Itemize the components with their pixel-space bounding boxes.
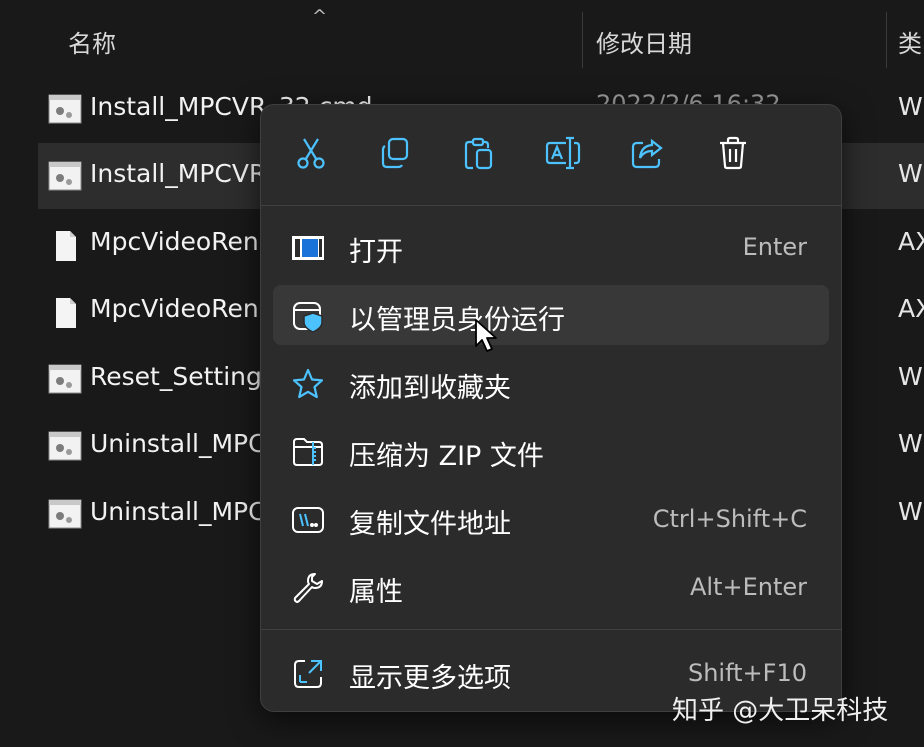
column-header: 名称 ^ 修改日期 类: [0, 0, 924, 72]
menu-item-properties[interactable]: 属性 Alt+Enter: [273, 557, 829, 617]
copy-icon: [377, 135, 413, 175]
menu-item-label: 显示更多选项: [349, 663, 511, 694]
menu-item-label: 添加到收藏夹: [349, 373, 511, 404]
wrench-icon: [291, 571, 325, 605]
menu-item-label: 属性: [349, 577, 403, 608]
script-file-icon: [48, 431, 82, 465]
rename-button[interactable]: [541, 133, 585, 177]
menu-item-copy-path[interactable]: 复制文件地址 Ctrl+Shift+C: [273, 489, 829, 549]
paste-button[interactable]: [457, 133, 501, 177]
cut-icon: [293, 135, 329, 175]
menu-item-label: 打开: [349, 237, 403, 268]
column-date-header[interactable]: 修改日期: [596, 24, 692, 59]
file-type: AX: [898, 227, 924, 256]
open-app-icon: [291, 231, 325, 265]
file-type: W: [898, 159, 923, 188]
script-file-icon: [48, 161, 82, 195]
blank-file-icon: [48, 229, 82, 267]
menu-item-add-favorites[interactable]: 添加到收藏夹: [273, 353, 829, 413]
menu-item-label: 压缩为 ZIP 文件: [349, 441, 544, 472]
file-name: Install_MPCVR: [90, 159, 267, 188]
file-type: W: [898, 429, 923, 458]
menu-item-run-as-admin[interactable]: 以管理员身份运行: [273, 285, 829, 345]
context-menu: 打开 Enter 以管理员身份运行 添加到收藏夹 压缩为 ZIP 文件 复制文件…: [260, 104, 842, 712]
delete-button[interactable]: [711, 133, 755, 177]
blank-file-icon: [48, 296, 82, 334]
script-file-icon: [48, 94, 82, 128]
menu-separator: [261, 629, 841, 630]
menu-item-compress-zip[interactable]: 压缩为 ZIP 文件: [273, 421, 829, 481]
menu-separator: [261, 205, 841, 206]
file-name: MpcVideoRen: [90, 294, 259, 323]
script-file-icon: [48, 499, 82, 533]
file-type: W: [898, 497, 923, 526]
delete-icon: [715, 135, 751, 175]
column-divider[interactable]: [582, 12, 583, 68]
menu-item-shortcut: Shift+F10: [687, 659, 807, 687]
file-type: AX: [898, 294, 924, 323]
column-divider[interactable]: [886, 12, 887, 68]
share-icon: [629, 135, 665, 175]
sort-arrow-icon: ^: [312, 6, 328, 27]
file-name: Uninstall_MPC: [90, 497, 266, 526]
column-name-header[interactable]: 名称: [68, 24, 116, 59]
menu-item-label: 复制文件地址: [349, 509, 511, 540]
context-menu-toolbar: [261, 105, 841, 205]
menu-item-shortcut: Alt+Enter: [689, 573, 807, 601]
admin-shield-icon: [291, 299, 325, 333]
file-name: Reset_Settings: [90, 362, 275, 391]
file-type: W: [898, 362, 923, 391]
more-options-icon: [291, 657, 325, 691]
share-button[interactable]: [625, 133, 669, 177]
menu-item-shortcut: Enter: [742, 233, 807, 261]
menu-item-shortcut: Ctrl+Shift+C: [652, 505, 807, 533]
script-file-icon: [48, 364, 82, 398]
rename-icon: [544, 135, 582, 175]
file-name: Uninstall_MPC: [90, 429, 266, 458]
file-type: W: [898, 92, 923, 121]
copy-path-icon: [291, 503, 325, 537]
copy-button[interactable]: [373, 133, 417, 177]
zip-folder-icon: [291, 435, 325, 469]
cut-button[interactable]: [289, 133, 333, 177]
menu-item-label: 以管理员身份运行: [349, 305, 565, 336]
paste-icon: [461, 135, 497, 175]
watermark: 知乎 @大卫呆科技: [672, 696, 889, 726]
column-type-header[interactable]: 类: [898, 24, 922, 59]
star-icon: [291, 367, 325, 401]
mouse-pointer-icon: [474, 318, 500, 358]
menu-item-open[interactable]: 打开 Enter: [273, 217, 829, 277]
file-name: MpcVideoRen: [90, 227, 259, 256]
